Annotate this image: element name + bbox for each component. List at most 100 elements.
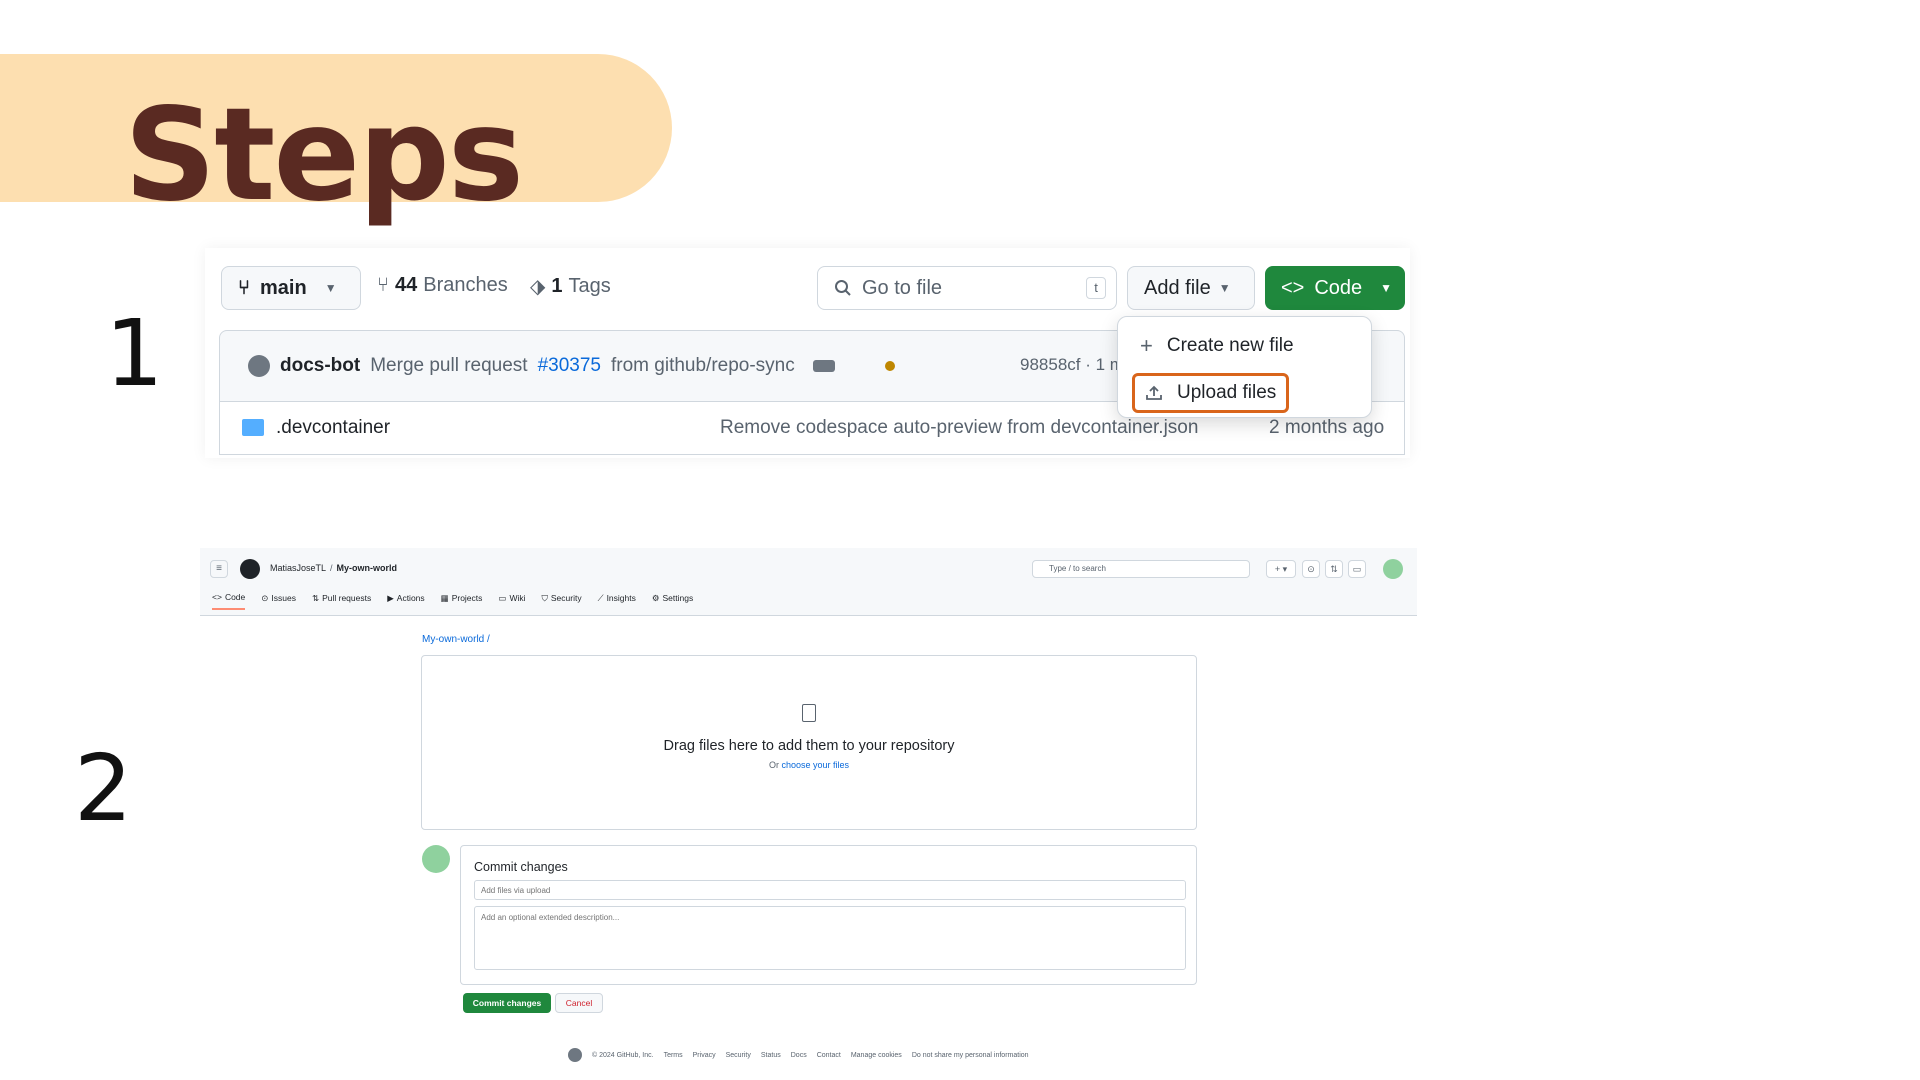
cancel-button[interactable]: Cancel	[555, 993, 603, 1013]
title-banner: Steps	[0, 54, 672, 220]
commit-changes-panel: Commit changes	[460, 845, 1197, 985]
footer-link-contact[interactable]: Contact	[817, 1052, 841, 1059]
tab-pull-requests[interactable]: ⇅ Pull requests	[312, 592, 371, 610]
code-icon: <>	[1281, 276, 1305, 299]
tab-label: Insights	[606, 593, 636, 603]
chevron-down-icon: ▼	[324, 281, 337, 295]
tab-code[interactable]: <> Code	[212, 592, 246, 610]
repo-breadcrumb[interactable]: My-own-world /	[422, 634, 490, 645]
commit-changes-button[interactable]: Commit changes	[463, 993, 551, 1013]
code-label: Code	[1314, 276, 1363, 299]
status-dot-icon[interactable]	[884, 361, 895, 371]
file-name[interactable]: .devcontainer	[276, 417, 390, 439]
code-icon: <>	[212, 592, 222, 602]
drop-zone-subtitle: Or choose your files	[422, 760, 1196, 770]
github-logo-icon[interactable]	[568, 1048, 582, 1062]
github-logo-icon[interactable]	[240, 559, 260, 579]
choose-files-link[interactable]: choose your files	[781, 760, 849, 770]
branch-icon: ⑂	[377, 274, 389, 296]
search-input[interactable]: Type / to search	[1032, 560, 1250, 578]
step-number-2: 2	[74, 735, 133, 842]
file-drop-zone[interactable]: Drag files here to add them to your repo…	[421, 655, 1197, 830]
tab-projects[interactable]: ▦ Projects	[441, 592, 483, 610]
issues-icon: ⊙	[261, 592, 269, 603]
tab-label: Wiki	[509, 593, 526, 603]
drop-or-text: Or	[768, 760, 779, 770]
footer-link-status[interactable]: Status	[761, 1052, 781, 1059]
play-icon: ▶	[387, 592, 394, 603]
ellipsis-icon[interactable]	[812, 360, 835, 372]
file-icon	[802, 704, 816, 722]
shield-icon: ⛉	[541, 592, 548, 603]
breadcrumb-separator: /	[330, 563, 333, 573]
create-new-file-item[interactable]: + Create new file	[1140, 333, 1294, 359]
repo-tabs: <> Code ⊙ Issues ⇅ Pull requests ▶ Actions ▦…	[212, 592, 693, 610]
step1-screenshot: ⑂ main ▼ ⑂ 44 Branches ⬗ 1 Tags Go to fi…	[205, 248, 1410, 458]
plus-icon: +	[1140, 333, 1153, 358]
avatar	[248, 355, 270, 377]
branch-selector[interactable]: ⑂ main ▼	[221, 266, 361, 310]
menu-icon[interactable]: ≡	[210, 560, 228, 578]
gear-icon: ⚙	[651, 592, 660, 603]
commit-description-input[interactable]	[474, 906, 1186, 970]
issues-icon[interactable]: ⊙	[1302, 560, 1320, 578]
tab-actions[interactable]: ▶ Actions	[387, 592, 424, 610]
tab-wiki[interactable]: ▭ Wiki	[498, 592, 525, 610]
commit-message[interactable]: Merge pull request	[370, 355, 527, 377]
tab-issues[interactable]: ⊙ Issues	[261, 592, 296, 610]
upload-icon	[1146, 385, 1162, 400]
folder-icon	[242, 419, 264, 436]
step-number-1: 1	[105, 300, 164, 407]
branches-link[interactable]: ⑂ 44 Branches	[377, 274, 508, 297]
file-commit-message[interactable]: Remove codespace auto-preview from devco…	[720, 417, 1198, 439]
branch-icon: ⑂	[238, 276, 250, 299]
commit-message-input[interactable]	[474, 880, 1186, 900]
footer-link-privacy[interactable]: Privacy	[693, 1052, 716, 1059]
create-new-file-label: Create new file	[1166, 335, 1294, 356]
upload-files-label: Upload files	[1177, 382, 1277, 403]
footer-link-manage-cookies[interactable]: Manage cookies	[851, 1052, 902, 1059]
chevron-down-icon: ▼	[1380, 281, 1393, 295]
branch-name: main	[260, 276, 307, 299]
avatar[interactable]	[1383, 559, 1403, 579]
tab-label: Actions	[396, 593, 425, 603]
tab-security[interactable]: ⛉ Security	[542, 592, 582, 610]
commit-message-suffix[interactable]: from github/repo-sync	[611, 355, 795, 377]
inbox-icon[interactable]: ▭	[1348, 560, 1366, 578]
search-icon	[835, 280, 851, 296]
file-age: 2 months ago	[1269, 416, 1385, 438]
book-icon: ▭	[498, 592, 507, 603]
branches-count: 44	[395, 274, 418, 296]
code-button[interactable]: <> Code ▼	[1265, 266, 1405, 310]
tags-count: 1	[551, 275, 563, 297]
footer-link-do-not-share[interactable]: Do not share my personal information	[912, 1052, 1029, 1059]
chevron-down-icon: ▼	[1218, 281, 1231, 295]
table-icon: ▦	[440, 592, 449, 603]
add-file-dropdown: + Create new file Upload files	[1117, 316, 1372, 418]
create-new-icon[interactable]: + ▾	[1266, 560, 1296, 578]
footer-link-terms[interactable]: Terms	[664, 1052, 683, 1059]
pr-link[interactable]: #30375	[538, 355, 601, 377]
owner-link[interactable]: MatiasJoseTL	[270, 563, 326, 573]
go-to-file-input[interactable]: Go to file t	[817, 266, 1117, 310]
add-file-button[interactable]: Add file ▼	[1127, 266, 1255, 310]
commit-author[interactable]: docs-bot	[280, 355, 360, 377]
tag-icon: ⬗	[530, 276, 546, 298]
footer: © 2024 GitHub, Inc. Terms Privacy Securi…	[568, 1048, 1029, 1062]
repo-link[interactable]: My-own-world	[337, 563, 398, 573]
footer-link-security[interactable]: Security	[726, 1052, 751, 1059]
branches-label: Branches	[423, 274, 508, 296]
tab-insights[interactable]: ⟋ Insights	[598, 592, 636, 610]
drop-zone-title: Drag files here to add them to your repo…	[663, 738, 955, 754]
pull-requests-icon[interactable]: ⇅	[1325, 560, 1343, 578]
upload-files-item[interactable]: Upload files	[1132, 373, 1290, 413]
avatar	[422, 845, 450, 873]
footer-copyright: © 2024 GitHub, Inc.	[592, 1051, 654, 1059]
tab-label: Projects	[451, 593, 483, 603]
graph-icon: ⟋	[597, 592, 604, 603]
tags-link[interactable]: ⬗ 1 Tags	[530, 274, 611, 299]
footer-link-docs[interactable]: Docs	[791, 1052, 807, 1059]
tags-label: Tags	[568, 275, 611, 297]
tab-label: Issues	[271, 593, 296, 603]
tab-settings[interactable]: ⚙ Settings	[652, 592, 693, 610]
